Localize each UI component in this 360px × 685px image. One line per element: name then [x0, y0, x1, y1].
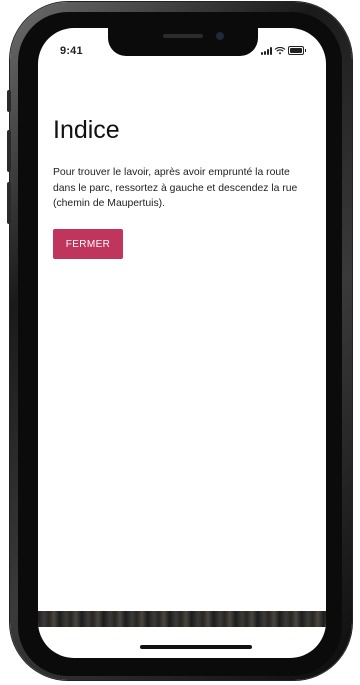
status-time: 9:41 — [60, 45, 83, 57]
bottom-image-strip — [38, 611, 326, 627]
close-button[interactable]: FERMER — [53, 229, 123, 259]
status-icons — [261, 46, 306, 55]
front-camera — [216, 32, 224, 40]
notch — [108, 28, 258, 56]
volume-up-button — [7, 130, 11, 172]
phone-screen: 9:41 Indice Pour trouver le lavoir, aprè… — [38, 28, 326, 658]
signal-icon — [261, 46, 272, 55]
hint-text: Pour trouver le lavoir, après avoir empr… — [53, 167, 298, 209]
battery-icon — [288, 46, 306, 55]
speaker-grille — [163, 34, 203, 38]
wifi-icon — [275, 46, 285, 54]
page-title: Indice — [53, 116, 120, 144]
volume-down-button — [7, 182, 11, 224]
mute-switch — [7, 90, 11, 112]
home-indicator[interactable] — [140, 645, 252, 649]
